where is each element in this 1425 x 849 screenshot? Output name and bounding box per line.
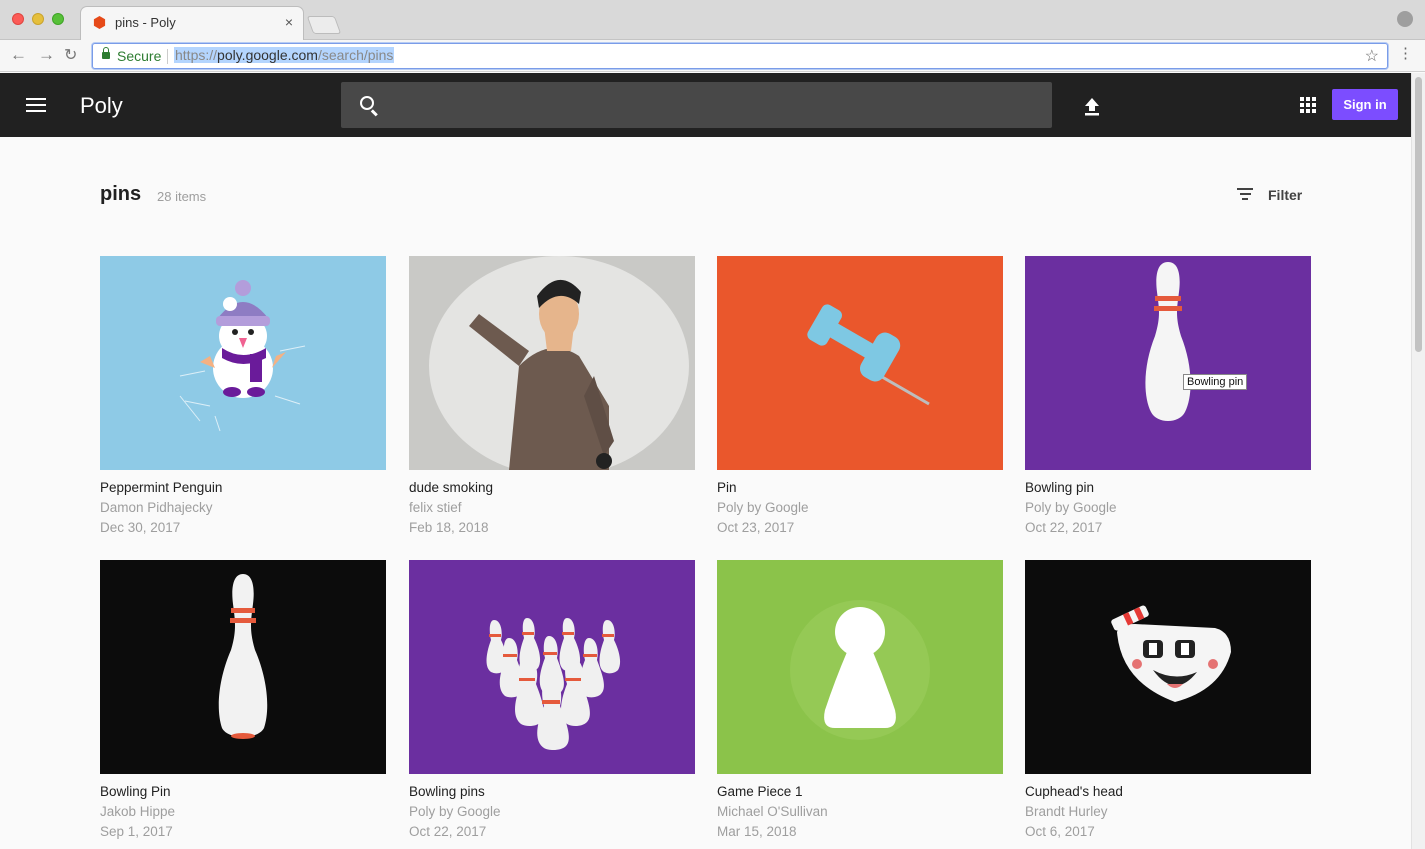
thumbnail-pin[interactable] [717,256,1003,470]
card-date: Oct 6, 2017 [1025,824,1095,839]
forward-button[interactable]: → [38,45,55,65]
card-title[interactable]: Game Piece 1 [717,784,803,799]
window-close-button[interactable] [12,13,24,25]
scrollbar-thumb[interactable] [1415,77,1422,352]
back-button[interactable]: ← [10,45,27,65]
card-date: Oct 22, 2017 [409,824,487,839]
card-author[interactable]: Damon Pidhajecky [100,500,213,515]
profile-icon[interactable] [1397,11,1413,27]
poly-logo[interactable]: Poly [80,93,123,119]
card-author[interactable]: Poly by Google [409,804,501,819]
card-title[interactable]: Pin [717,480,737,495]
card-title[interactable]: Bowling pins [409,784,485,799]
reload-button[interactable]: ↻ [64,45,77,65]
card-title[interactable]: Peppermint Penguin [100,480,222,495]
browser-titlebar: pins - Poly × [0,0,1425,40]
search-input[interactable] [341,82,1052,128]
card-author[interactable]: Poly by Google [717,500,809,515]
url-text[interactable]: https://poly.google.com/search/pins [174,47,395,63]
tab-close-icon[interactable]: × [285,14,293,30]
page-scrollbar[interactable] [1411,73,1425,849]
card-date: Sep 1, 2017 [100,824,173,839]
thumbnail-bowling-pins[interactable] [409,560,695,774]
url-divider [167,49,168,64]
new-tab-button[interactable] [306,16,342,34]
apps-icon[interactable] [1300,97,1316,113]
card-author[interactable]: Jakob Hippe [100,804,175,819]
card-title[interactable]: Cuphead's head [1025,784,1123,799]
star-icon[interactable]: ☆ [1365,46,1379,66]
url-host: poly.google.com [217,47,318,63]
filter-icon [1237,188,1253,200]
result-count: 28 items [157,189,207,204]
filter-button[interactable]: Filter [1234,184,1304,206]
search-query-title: pins [100,183,142,205]
card-date: Oct 23, 2017 [717,520,795,535]
card-title[interactable]: dude smoking [409,480,493,495]
card-author[interactable]: Poly by Google [1025,500,1117,515]
app-bar: Poly Sign in [0,73,1411,137]
card-title[interactable]: Bowling Pin [100,784,171,799]
sign-in-button[interactable]: Sign in [1332,89,1398,120]
card-date: Feb 18, 2018 [409,520,489,535]
lock-icon [102,47,110,59]
hamburger-icon[interactable] [26,98,46,112]
secure-label: Secure [117,48,162,64]
card-date: Dec 30, 2017 [100,520,181,535]
address-bar[interactable]: Secure https://poly.google.com/search/pi… [92,43,1388,69]
card-author[interactable]: Brandt Hurley [1025,804,1108,819]
card-date: Oct 22, 2017 [1025,520,1103,535]
tab-title: pins - Poly [115,15,176,30]
window-minimize-button[interactable] [32,13,44,25]
browser-tab[interactable]: pins - Poly × [80,6,304,40]
upload-icon[interactable] [1083,97,1101,117]
card-title[interactable]: Bowling pin [1025,480,1094,495]
thumbnail-dude-smoking[interactable] [409,256,695,470]
thumbnail-game-piece[interactable] [717,560,1003,774]
search-icon[interactable] [360,96,374,110]
card-date: Mar 15, 2018 [717,824,797,839]
window-maximize-button[interactable] [52,13,64,25]
browser-toolbar: ← → ↻ Secure https://poly.google.com/sea… [0,40,1425,72]
thumbnail-peppermint-penguin[interactable] [100,256,386,470]
card-author[interactable]: felix stief [409,500,462,515]
thumbnail-cupheads-head[interactable] [1025,560,1311,774]
thumbnail-bowling-pin-2[interactable] [100,560,386,774]
card-author[interactable]: Michael O'Sullivan [717,804,828,819]
filter-label: Filter [1268,187,1303,203]
poly-favicon-icon [93,16,106,29]
url-scheme: https:// [175,47,218,63]
url-path: /search/pins [317,47,394,63]
hover-tooltip: Bowling pin [1183,374,1248,390]
browser-menu-icon[interactable]: ⋮ [1398,46,1413,61]
thumbnail-bowling-pin[interactable]: Bowling pin [1025,256,1311,470]
